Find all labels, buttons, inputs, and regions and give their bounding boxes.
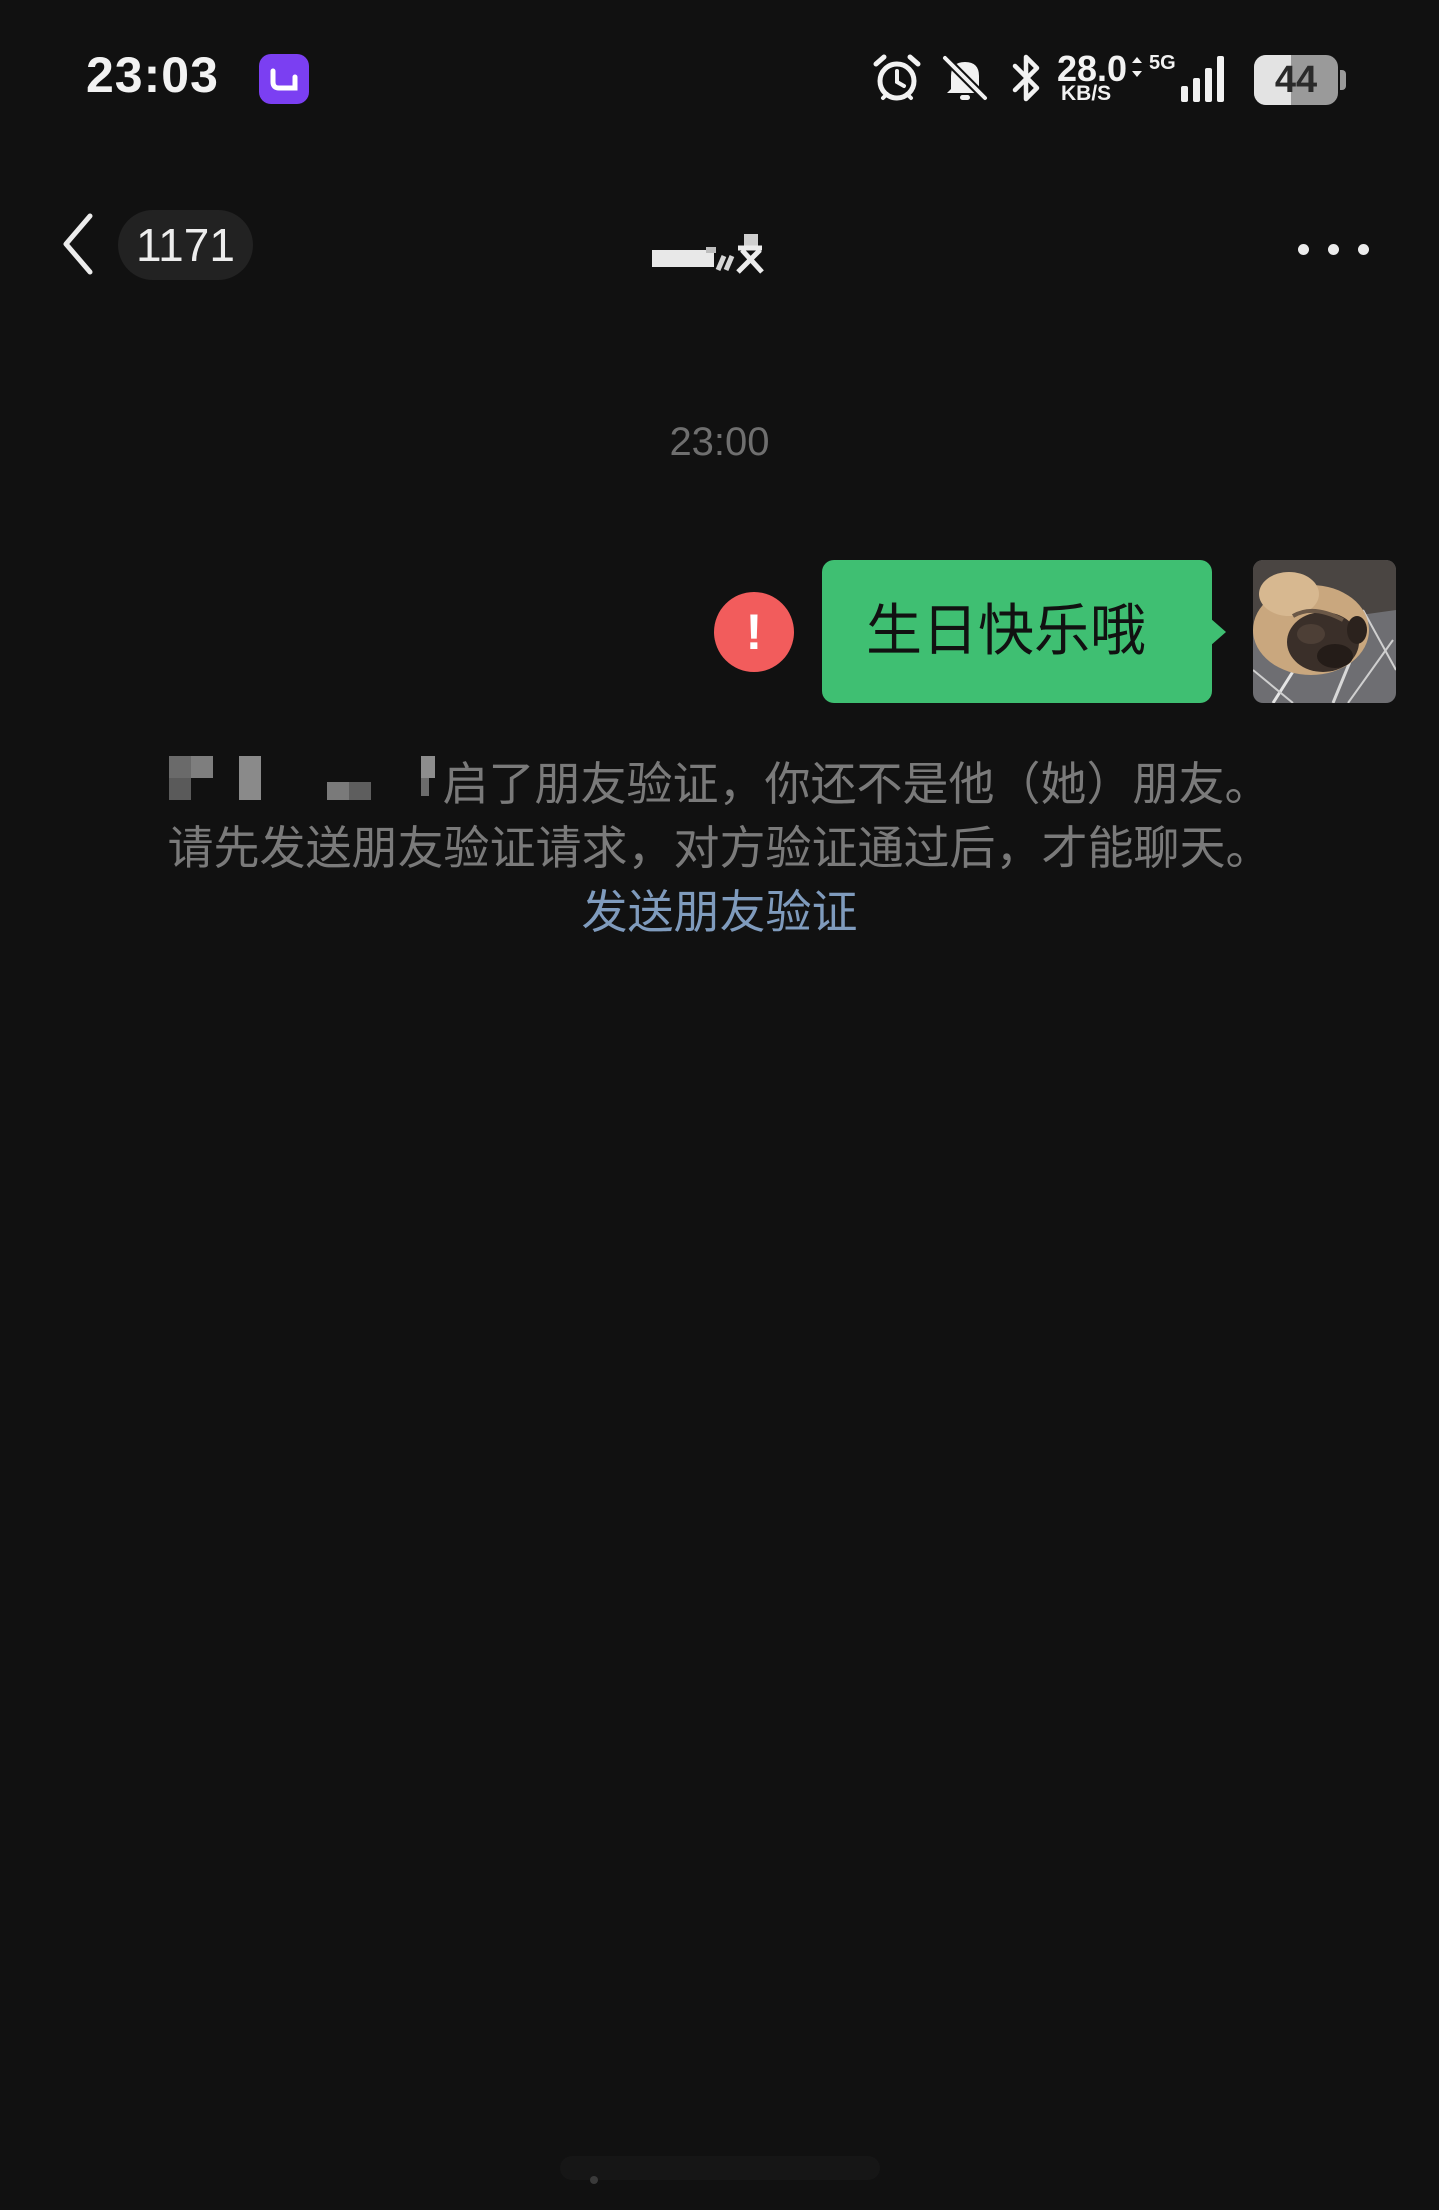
data-arrows-icon [1132,57,1142,77]
send-failed-icon[interactable]: ! [714,592,794,672]
mute-icon [942,55,988,101]
alarm-icon [873,54,921,101]
signal-icon [1181,56,1224,102]
notice-line-2: 请先发送朋友验证请求，对方验证通过后，才能聊天。 [167,821,1272,875]
bubble-tail [1210,618,1226,646]
app-notification-icon [259,54,309,104]
message-bubble[interactable]: 生日快乐哦 [822,560,1212,703]
message-timestamp: 23:00 [669,420,770,464]
masked-contact-name [168,756,439,806]
status-bar: 23:03 28.0 KB/S 5G 44 [0,0,1439,150]
avatar[interactable] [1253,560,1396,703]
network-type: 5G [1149,52,1176,74]
bluetooth-icon [1012,54,1040,102]
message-row-outgoing: ! 生日快乐哦 [0,558,1439,708]
notice-text-1: 启了朋友验证，你还不是他（她）朋友。 [442,757,1271,811]
net-speed-unit: KB/S [1061,82,1112,105]
chat-title-masked[interactable] [640,220,780,280]
notice-line-1: 启了朋友验证，你还不是他（她）朋友。 [0,752,1439,816]
back-icon [63,213,93,275]
friend-verification-notice: 启了朋友验证，你还不是他（她）朋友。 请先发送朋友验证请求，对方验证通过后，才能… [0,752,1439,944]
pug-avatar-image [1253,560,1396,703]
battery-level: 44 [1274,59,1318,101]
back-button[interactable]: 1171 [52,210,253,280]
status-time: 23:03 [86,47,219,103]
battery-icon: 44 [1254,55,1338,105]
unread-count-badge: 1171 [118,210,253,280]
more-button[interactable] [1296,230,1372,270]
status-icons: 28.0 KB/S 5G 44 [839,0,1439,150]
send-friend-request-link[interactable]: 发送朋友验证 [582,880,858,944]
battery-nub [1340,70,1346,90]
gesture-bar-area [560,2148,880,2188]
chat-header: 1171 [0,190,1439,300]
